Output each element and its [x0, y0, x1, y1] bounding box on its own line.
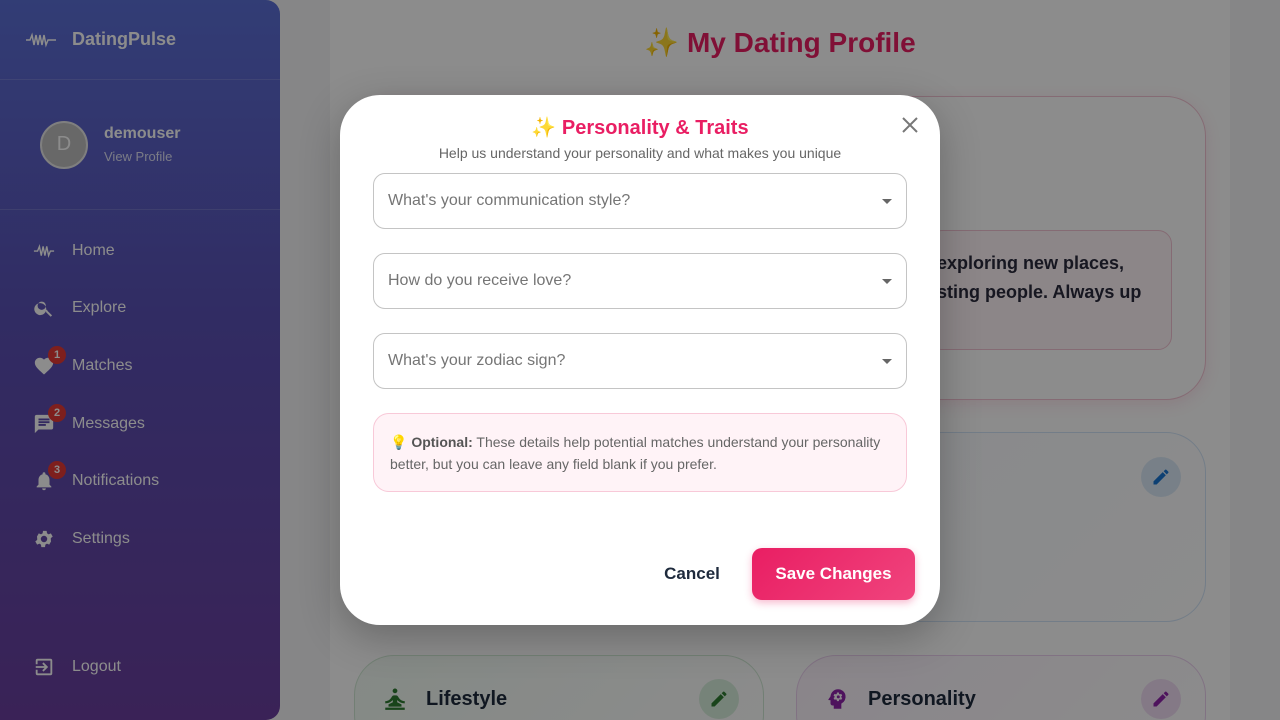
optional-note: 💡 Optional: These details help potential… — [373, 413, 907, 492]
save-changes-button[interactable]: Save Changes — [752, 548, 915, 600]
love-language-select[interactable]: How do you receive love? — [373, 253, 907, 309]
chevron-down-icon — [882, 359, 892, 364]
cancel-button[interactable]: Cancel — [647, 548, 737, 600]
dialog-title: ✨ Personality & Traits — [531, 117, 749, 139]
close-button[interactable] — [898, 113, 922, 137]
chevron-down-icon — [882, 199, 892, 204]
personality-dialog: ✨ Personality & Traits Help us understan… — [340, 95, 940, 625]
lightbulb-icon: 💡 — [390, 434, 408, 450]
chevron-down-icon — [882, 279, 892, 284]
select-placeholder: How do you receive love? — [388, 272, 572, 289]
note-label: Optional: — [411, 434, 473, 450]
select-placeholder: What's your zodiac sign? — [388, 352, 566, 369]
close-icon — [902, 117, 918, 133]
dialog-subtitle: Help us understand your personality and … — [438, 145, 842, 161]
zodiac-sign-select[interactable]: What's your zodiac sign? — [373, 333, 907, 389]
communication-style-select[interactable]: What's your communication style? — [373, 173, 907, 229]
select-placeholder: What's your communication style? — [388, 192, 631, 209]
